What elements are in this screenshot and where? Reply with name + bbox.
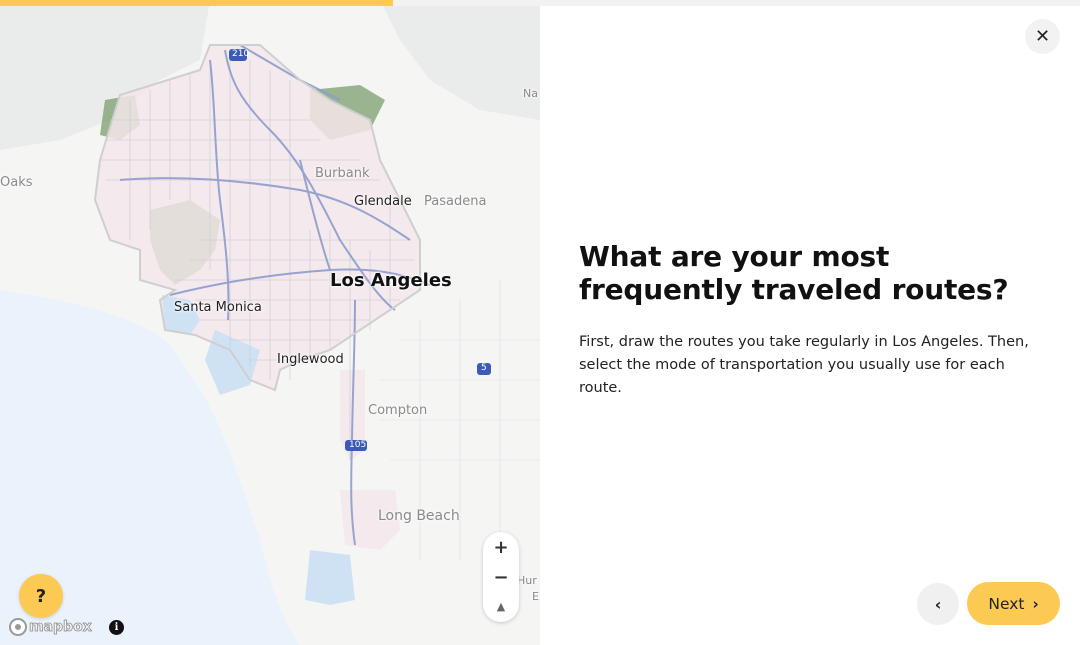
- question-icon: ?: [35, 585, 47, 607]
- app: 210 105 5 Los Angeles Burbank Glendale P…: [0, 0, 1080, 645]
- basemap[interactable]: [0, 0, 540, 645]
- shield-5: 5: [481, 363, 487, 373]
- shield-105: 105: [349, 440, 367, 450]
- map-label-pasadena: Pasadena: [424, 194, 487, 209]
- close-button[interactable]: ✕: [1025, 19, 1060, 54]
- next-button-label: Next: [988, 594, 1025, 613]
- info-icon[interactable]: i: [109, 620, 124, 635]
- mapbox-logo-text: mapbox: [29, 619, 93, 636]
- map-label-santa-monica: Santa Monica: [174, 300, 262, 315]
- map-label-compton: Compton: [368, 403, 428, 418]
- map[interactable]: 210 105 5 Los Angeles Burbank Glendale P…: [0, 0, 540, 645]
- map-zoom-controls: + − ▲: [483, 532, 519, 622]
- compass-button[interactable]: ▲: [483, 592, 519, 622]
- page-title: What are your most frequently traveled r…: [579, 240, 1009, 306]
- progress-bar: [0, 0, 1080, 6]
- back-button[interactable]: ‹: [917, 583, 959, 625]
- map-label-hur: Hur: [517, 574, 537, 587]
- close-icon: ✕: [1034, 26, 1051, 47]
- help-button[interactable]: ?: [19, 574, 63, 618]
- content-panel: ✕ What are your most frequently traveled…: [540, 6, 1080, 645]
- map-label-oaks: Oaks: [0, 175, 33, 190]
- zoom-in-button[interactable]: +: [483, 532, 519, 562]
- map-label-inglewood: Inglewood: [277, 352, 344, 367]
- map-label-long-beach: Long Beach: [378, 508, 460, 524]
- progress-bar-fill: [0, 0, 394, 6]
- zoom-out-button[interactable]: −: [483, 562, 519, 592]
- next-button[interactable]: Next ›: [967, 582, 1060, 625]
- page-description: First, draw the routes you take regularl…: [579, 334, 1029, 396]
- map-label-los-angeles: Los Angeles: [330, 270, 452, 291]
- map-label-na: Na: [523, 87, 538, 100]
- map-label-e: E: [532, 590, 539, 603]
- chevron-left-icon: ‹: [934, 594, 942, 614]
- shield-210: 210: [232, 49, 250, 59]
- mapbox-logo[interactable]: mapbox: [9, 617, 92, 637]
- map-label-glendale: Glendale: [354, 194, 412, 209]
- chevron-right-icon: ›: [1032, 594, 1039, 613]
- map-label-burbank: Burbank: [315, 166, 370, 181]
- mapbox-mark-icon: [9, 618, 27, 636]
- compass-icon: ▲: [496, 600, 506, 613]
